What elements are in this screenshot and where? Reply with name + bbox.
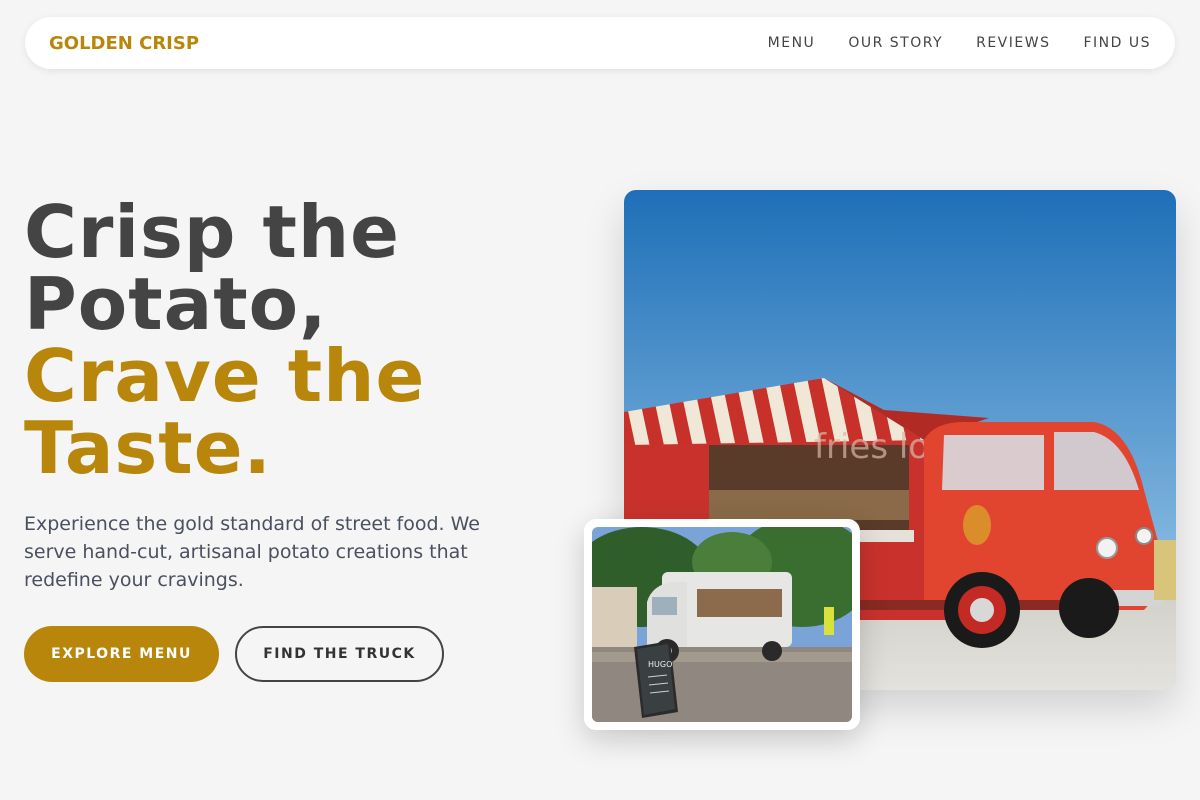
nav-link-find-us[interactable]: FIND US	[1083, 35, 1151, 51]
explore-menu-button[interactable]: EXPLORE MENU	[24, 626, 219, 682]
find-the-truck-button[interactable]: FIND THE TRUCK	[235, 626, 444, 682]
menu-board-text: HUGO	[648, 660, 672, 669]
hero-subtitle: Experience the gold standard of street f…	[24, 513, 480, 591]
nav-link-reviews[interactable]: REVIEWS	[976, 35, 1050, 51]
brand-logo[interactable]: GOLDEN CRISP	[49, 33, 199, 54]
white-truck-photo: HUGO	[592, 527, 852, 722]
white-food-truck-illustration: HUGO	[592, 527, 852, 722]
hero-title-line-1: Crisp the	[24, 190, 400, 274]
hero-title-line-3: Crave the	[24, 334, 426, 418]
hero-title: Crisp the Potato, Crave the Taste.	[24, 196, 544, 484]
nav-link-menu[interactable]: MENU	[768, 35, 816, 51]
nav-link-our-story[interactable]: OUR STORY	[848, 35, 943, 51]
hero-title-line-2: Potato,	[24, 262, 328, 346]
nav-links: MENU OUR STORY REVIEWS FIND US	[768, 35, 1151, 51]
top-navbar: GOLDEN CRISP MENU OUR STORY REVIEWS FIND…	[25, 17, 1175, 69]
secondary-photo-card: HUGO	[584, 519, 860, 730]
hero-title-line-4: Taste.	[24, 406, 272, 490]
